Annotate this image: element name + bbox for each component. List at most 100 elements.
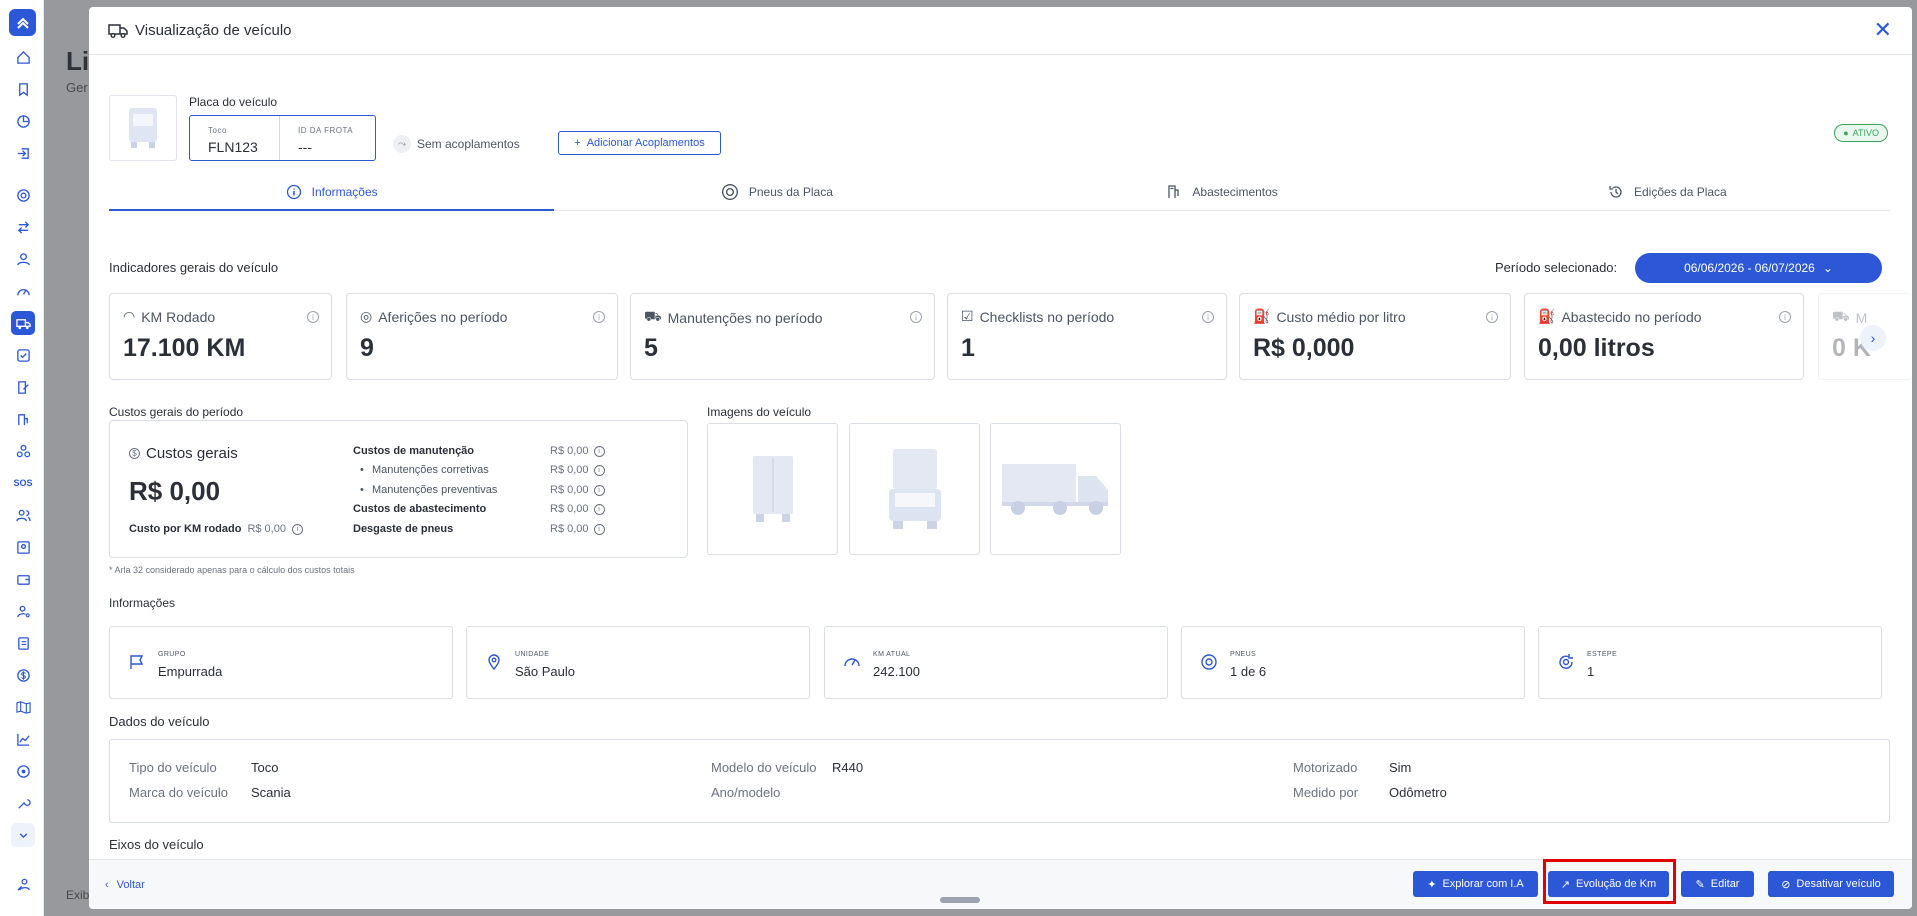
indicator-value: 17.100 KM [123,334,246,362]
field-value: Toco [251,760,279,775]
info-icon[interactable]: i [593,445,605,457]
vehicle-measured-field: Medido por Odômetro [1293,785,1447,800]
contacts-icon[interactable] [11,631,35,655]
vehicle-image-side[interactable] [990,423,1121,555]
info-card-unidade: UNIDADE São Paulo [466,626,810,699]
vehicle-brand-field: Marca do veículo Scania [129,785,291,800]
info-icon[interactable]: i [1779,311,1791,323]
info-icon[interactable]: i [1486,311,1498,323]
indicator-value: 0,00 litros [1538,334,1655,362]
cost-per-km-label: Custo por KM rodado [129,523,242,535]
user-group-icon[interactable] [11,872,35,896]
info-icon[interactable]: i [593,484,605,496]
info-key: GRUPO [158,651,186,658]
info-value: 242.100 [873,664,920,679]
pie-chart-icon[interactable] [11,109,35,133]
status-label: ATIVO [1852,128,1879,138]
plate-value: FLN123 [208,139,258,155]
line-chart-icon[interactable] [11,727,35,751]
fuel-icon [1168,184,1180,198]
info-icon[interactable]: i [593,503,605,515]
tab-edicoes[interactable]: Edições da Placa [1445,173,1890,210]
expand-icon[interactable] [11,823,35,847]
status-badge: ● ATIVO [1834,124,1888,142]
close-icon[interactable]: ✕ [1874,19,1892,41]
deactivate-vehicle-button[interactable]: ⊘ Desativar veículo [1768,871,1894,897]
fuel-icon[interactable] [11,407,35,431]
maintenance-truck-icon: ⛟ [644,308,662,324]
indicator-card-custo-litro: ⛽ Custo médio por litro i R$ 0,000 [1239,293,1511,380]
tab-pneus[interactable]: Pneus da Placa [554,173,999,210]
info-card-grupo: GRUPO Empurrada [109,626,453,699]
field-value: Scania [251,785,291,800]
plate-selector[interactable]: Toco FLN123 ID DA FROTA --- [189,115,376,161]
gauge-icon [844,658,860,667]
edit-doc-icon[interactable] [11,375,35,399]
vehicle-thumbnail[interactable] [109,95,177,161]
login-icon[interactable] [11,141,35,165]
bookmark-icon[interactable] [11,77,35,101]
user-icon[interactable] [11,247,35,271]
cost-amount: R$ 0,00 [550,523,589,535]
info-title: Informações [109,596,176,610]
history-icon [1609,185,1622,198]
map-icon[interactable] [11,695,35,719]
field-label: Ano/modelo [711,785,781,800]
indicator-card-afericoes: ◎ Aferições no período i 9 [346,293,618,380]
vehicle-view-modal: Visualização de veículo ✕ Placa do veícu… [89,7,1912,909]
indicator-value: R$ 0,000 [1253,334,1355,362]
drag-handle[interactable] [940,897,980,903]
no-coupling-label: Sem acoplamentos [417,137,520,151]
target-icon[interactable] [11,759,35,783]
info-icon [286,184,301,199]
images-title: Imagens do veículo [707,405,812,419]
info-icon[interactable]: i [307,311,319,323]
vehicle-year-field: Ano/modelo [711,785,780,800]
info-value: Empurrada [158,664,223,679]
axles-title: Eixos do veículo [109,837,204,852]
badge-icon[interactable] [11,535,35,559]
edit-button[interactable]: ✎ Editar [1681,871,1754,897]
highlight-box [1543,859,1676,904]
gauge-icon: ◠ [123,308,136,324]
explore-ai-button[interactable]: ✦ Explorar com I.A [1413,871,1538,897]
vehicle-image-rear[interactable] [707,423,838,555]
chevron-right-icon[interactable]: › [1860,325,1886,351]
info-icon[interactable]: i [593,464,605,476]
indicator-card-km: ◠ KM Rodado i 17.100 KM [109,293,332,380]
network-icon[interactable] [11,439,35,463]
gauge-icon[interactable] [11,279,35,303]
period-selector[interactable]: 06/06/2026 - 06/07/2026 ⌄ [1635,253,1882,283]
info-icon[interactable]: i [593,311,605,323]
swap-icon[interactable] [11,215,35,239]
tab-abastecimentos[interactable]: Abastecimentos [1000,173,1445,210]
wallet-icon[interactable] [11,567,35,591]
vehicle-image-front[interactable] [849,423,980,555]
tab-informacoes[interactable]: Informações [109,173,555,211]
tool-icon[interactable] [11,791,35,815]
field-label: Marca do veículo [129,785,228,800]
add-coupling-button[interactable]: + Adicionar Acoplamentos [558,131,721,155]
sos-icon[interactable]: SOS [11,471,35,495]
info-icon[interactable]: i [1202,311,1214,323]
indicators-title: Indicadores gerais do veículo [109,260,279,275]
dollar-icon[interactable] [11,663,35,687]
app-logo[interactable] [9,9,36,36]
info-key: PNEUS [1230,651,1257,658]
block-icon: ⊘ [1781,878,1791,891]
costs-title: Custos gerais do período [109,405,244,419]
back-button[interactable]: ‹ Voltar [105,879,145,891]
info-icon[interactable]: i [291,523,303,535]
location-pin-icon [488,654,500,671]
info-icon[interactable]: i [910,311,922,323]
users-icon[interactable] [11,503,35,527]
truck-icon[interactable] [11,311,35,335]
info-icon[interactable]: i [593,523,605,535]
user-settings-icon[interactable] [11,599,35,623]
checklist-icon[interactable] [11,343,35,367]
tire-icon[interactable] [11,183,35,207]
no-coupling-indicator: ⤳ Sem acoplamentos [393,135,520,153]
home-icon[interactable] [11,45,35,69]
info-value: 1 de 6 [1230,664,1267,679]
vehicle-type-field: Tipo do veículo Toco [129,760,278,775]
